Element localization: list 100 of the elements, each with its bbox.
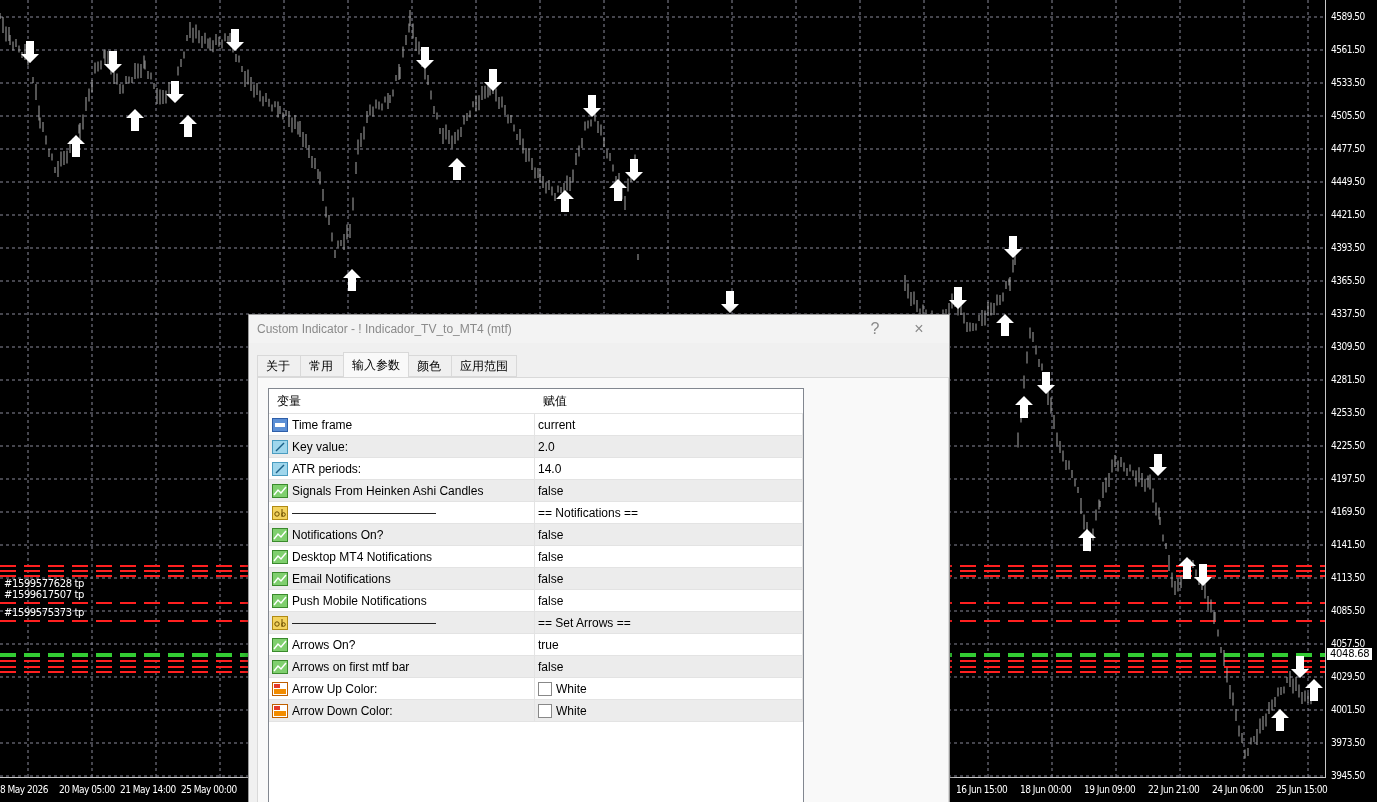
order-label: #1599575373 tp <box>4 607 84 618</box>
up-arrow-icon <box>1015 396 1033 418</box>
up-arrow-icon <box>1305 679 1323 701</box>
down-arrow-icon <box>949 287 967 309</box>
up-arrow-icon <box>67 135 85 157</box>
down-arrow-icon <box>1149 454 1167 476</box>
time-tick-label: 24 Jun 06:00 <box>1212 784 1264 796</box>
time-tick-label: 19 Jun 09:00 <box>1084 784 1136 796</box>
parameter-value[interactable]: false <box>538 549 564 564</box>
parameter-value[interactable]: == Notifications == <box>538 505 639 520</box>
parameter-value[interactable]: White <box>556 703 587 718</box>
up-arrow-icon <box>343 269 361 291</box>
price-tick-label: 4589.50 <box>1331 11 1365 23</box>
parameter-value[interactable]: false <box>538 483 564 498</box>
order-label: #1599617507 tp <box>4 589 84 600</box>
palette-icon <box>272 681 288 696</box>
parameter-name: ATR periods: <box>292 461 362 476</box>
price-tick-label: 4365.50 <box>1331 275 1365 287</box>
text-icon <box>272 615 288 630</box>
parameter-name: Signals From Heinken Ashi Candles <box>292 483 484 498</box>
up-arrow-icon <box>1178 557 1196 579</box>
down-arrow-icon <box>226 29 244 51</box>
down-arrow-icon <box>484 69 502 91</box>
parameter-name: Push Mobile Notifications <box>292 593 427 608</box>
parameter-value[interactable]: 14.0 <box>538 461 562 476</box>
chart-icon <box>272 483 288 498</box>
parameter-value[interactable]: White <box>556 681 587 696</box>
fraction-icon <box>272 461 288 476</box>
up-arrow-icon <box>609 179 627 201</box>
price-tick-label: 4225.50 <box>1331 440 1365 452</box>
up-arrow-icon <box>996 314 1014 336</box>
parameter-value[interactable]: false <box>538 571 564 586</box>
down-arrow-icon <box>21 41 39 63</box>
price-tick-label: 4561.50 <box>1331 44 1365 56</box>
price-tick-label: 4113.50 <box>1331 572 1365 584</box>
price-tick-label: 4505.50 <box>1331 110 1365 122</box>
down-arrow-icon <box>1004 236 1022 258</box>
parameter-name: Arrow Up Color: <box>292 681 378 696</box>
parameter-name: Desktop MT4 Notifications <box>292 549 433 564</box>
parameter-value[interactable]: == Set Arrows == <box>538 615 631 630</box>
integer-icon <box>272 417 288 432</box>
time-tick-label: 16 Jun 15:00 <box>956 784 1008 796</box>
down-arrow-icon <box>721 291 739 313</box>
time-tick-label: 8 May 2026 <box>0 784 48 796</box>
price-tick-label: 4337.50 <box>1331 308 1365 320</box>
time-tick-label: 21 May 14:00 <box>120 784 176 796</box>
tab[interactable]: 输入参数 <box>343 352 409 377</box>
chart-icon <box>272 549 288 564</box>
up-arrow-icon <box>179 115 197 137</box>
price-tick-label: 4393.50 <box>1331 242 1365 254</box>
down-arrow-icon <box>1037 372 1055 394</box>
parameter-value[interactable]: false <box>538 659 564 674</box>
text-icon <box>272 505 288 520</box>
price-tick-label: 3973.50 <box>1331 737 1365 749</box>
price-tick-label: 4197.50 <box>1331 473 1365 485</box>
price-tick-label: 4001.50 <box>1331 704 1365 716</box>
price-tick-label: 4533.50 <box>1331 77 1365 89</box>
fraction-icon <box>272 439 288 454</box>
column-header: 变量 <box>276 392 302 410</box>
down-arrow-icon <box>416 47 434 69</box>
price-tick-label: 4085.50 <box>1331 605 1365 617</box>
up-arrow-icon <box>556 190 574 212</box>
up-arrow-icon <box>126 109 144 131</box>
parameter-name: ———————————— <box>292 505 436 520</box>
price-tick-label: 4057.50 <box>1331 638 1365 649</box>
parameter-name: Arrow Down Color: <box>292 703 393 718</box>
down-arrow-icon <box>625 159 643 181</box>
down-arrow-icon <box>1194 564 1212 586</box>
parameter-value[interactable]: false <box>538 593 564 608</box>
parameter-value[interactable]: current <box>538 417 576 432</box>
down-arrow-icon <box>166 81 184 103</box>
tab[interactable]: 应用范围 <box>451 355 517 377</box>
price-tick-label: 4449.50 <box>1331 176 1365 188</box>
tab[interactable]: 常用 <box>300 355 344 377</box>
up-arrow-icon <box>1271 709 1289 731</box>
parameter-value[interactable]: 2.0 <box>538 439 555 454</box>
parameter-name: Time frame <box>292 417 353 432</box>
tab[interactable]: 关于 <box>257 355 301 377</box>
price-tick-label: 4029.50 <box>1331 671 1365 683</box>
palette-icon <box>272 703 288 718</box>
parameter-name: Arrows On? <box>292 637 356 652</box>
price-tick-label: 3945.50 <box>1331 770 1365 782</box>
down-arrow-icon <box>104 51 122 73</box>
parameter-name: Key value: <box>292 439 349 454</box>
price-tick-label: 4477.50 <box>1331 143 1365 155</box>
price-tick-label: 4169.50 <box>1331 506 1365 518</box>
chart-icon <box>272 527 288 542</box>
time-tick-label: 25 Jun 15:00 <box>1276 784 1328 796</box>
time-tick-label: 22 Jun 21:00 <box>1148 784 1200 796</box>
time-tick-label: 18 Jun 00:00 <box>1020 784 1072 796</box>
time-tick-label: 20 May 05:00 <box>59 784 115 796</box>
chart-icon <box>272 659 288 674</box>
chart-icon <box>272 593 288 608</box>
column-header: 赋值 <box>542 392 568 410</box>
order-label: #1599577628 tp <box>4 578 84 589</box>
tab[interactable]: 颜色 <box>408 355 452 377</box>
price-tick-label: 4281.50 <box>1331 374 1365 386</box>
parameter-value[interactable]: true <box>538 637 559 652</box>
up-arrow-icon <box>448 158 466 180</box>
parameter-value[interactable]: false <box>538 527 564 542</box>
